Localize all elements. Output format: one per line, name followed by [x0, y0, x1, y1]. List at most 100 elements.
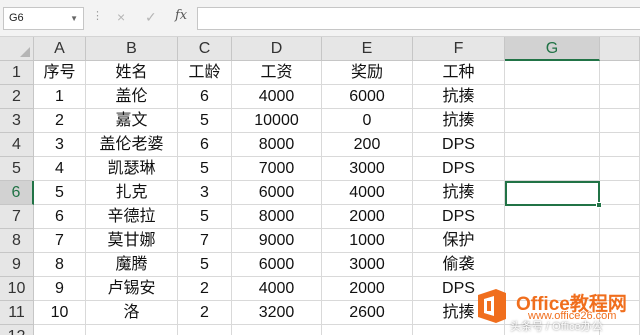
cell-e4[interactable]: 200 [322, 133, 413, 157]
name-box[interactable]: G6 ▼ [3, 7, 84, 30]
cell-h3[interactable] [600, 109, 640, 133]
cell-g5[interactable] [505, 157, 600, 181]
select-all-corner[interactable] [0, 37, 34, 61]
cell-d2[interactable]: 4000 [232, 85, 322, 109]
cell-d6[interactable]: 6000 [232, 181, 322, 205]
cell-c11[interactable]: 2 [178, 301, 232, 325]
cell-a9[interactable]: 8 [34, 253, 86, 277]
row-header-12[interactable]: 12 [0, 325, 34, 335]
row-header-1[interactable]: 1 [0, 61, 34, 85]
cell-e3[interactable]: 0 [322, 109, 413, 133]
row-header-6[interactable]: 6 [0, 181, 34, 205]
cell-f6[interactable]: 抗揍 [413, 181, 505, 205]
insert-function-icon[interactable]: fx [175, 8, 187, 23]
cell-d11[interactable]: 3200 [232, 301, 322, 325]
cell-a5[interactable]: 4 [34, 157, 86, 181]
cell-f8[interactable]: 保护 [413, 229, 505, 253]
cell-a7[interactable]: 6 [34, 205, 86, 229]
cell-c1[interactable]: 工龄 [178, 61, 232, 85]
formula-input[interactable] [197, 7, 640, 30]
row-header-7[interactable]: 7 [0, 205, 34, 229]
column-header-b[interactable]: B [86, 37, 178, 61]
cell-a3[interactable]: 2 [34, 109, 86, 133]
cell-c6[interactable]: 3 [178, 181, 232, 205]
cell-b5[interactable]: 凯瑟琳 [86, 157, 178, 181]
cell-e12[interactable] [322, 325, 413, 335]
row-header-3[interactable]: 3 [0, 109, 34, 133]
column-header-d[interactable]: D [232, 37, 322, 61]
cell-e9[interactable]: 3000 [322, 253, 413, 277]
cell-f4[interactable]: DPS [413, 133, 505, 157]
cell-g8[interactable] [505, 229, 600, 253]
more-icon[interactable]: ⋮ [92, 9, 103, 22]
cell-h12[interactable] [600, 325, 640, 335]
cell-b1[interactable]: 姓名 [86, 61, 178, 85]
cell-d3[interactable]: 10000 [232, 109, 322, 133]
cell-f7[interactable]: DPS [413, 205, 505, 229]
cell-h6[interactable] [600, 181, 640, 205]
cell-b4[interactable]: 盖伦老婆 [86, 133, 178, 157]
cell-h5[interactable] [600, 157, 640, 181]
row-header-8[interactable]: 8 [0, 229, 34, 253]
cell-a2[interactable]: 1 [34, 85, 86, 109]
cell-d1[interactable]: 工资 [232, 61, 322, 85]
cell-b6[interactable]: 扎克 [86, 181, 178, 205]
cell-f1[interactable]: 工种 [413, 61, 505, 85]
cell-a8[interactable]: 7 [34, 229, 86, 253]
enter-icon[interactable]: ✓ [145, 9, 157, 26]
cell-c5[interactable]: 5 [178, 157, 232, 181]
cell-c4[interactable]: 6 [178, 133, 232, 157]
column-header-h[interactable] [600, 37, 640, 61]
row-header-5[interactable]: 5 [0, 157, 34, 181]
cell-g2[interactable] [505, 85, 600, 109]
cell-g3[interactable] [505, 109, 600, 133]
cell-g7[interactable] [505, 205, 600, 229]
cell-h9[interactable] [600, 253, 640, 277]
cell-e1[interactable]: 奖励 [322, 61, 413, 85]
cell-b7[interactable]: 辛德拉 [86, 205, 178, 229]
row-header-4[interactable]: 4 [0, 133, 34, 157]
cell-b8[interactable]: 莫甘娜 [86, 229, 178, 253]
cell-d4[interactable]: 8000 [232, 133, 322, 157]
column-header-e[interactable]: E [322, 37, 413, 61]
cell-f3[interactable]: 抗揍 [413, 109, 505, 133]
cell-h2[interactable] [600, 85, 640, 109]
cell-f9[interactable]: 偷袭 [413, 253, 505, 277]
cell-e8[interactable]: 1000 [322, 229, 413, 253]
cell-a10[interactable]: 9 [34, 277, 86, 301]
cell-e5[interactable]: 3000 [322, 157, 413, 181]
cell-b3[interactable]: 嘉文 [86, 109, 178, 133]
cell-c10[interactable]: 2 [178, 277, 232, 301]
cell-c2[interactable]: 6 [178, 85, 232, 109]
cell-e7[interactable]: 2000 [322, 205, 413, 229]
cell-e10[interactable]: 2000 [322, 277, 413, 301]
column-header-g[interactable]: G [505, 37, 600, 61]
cell-c7[interactable]: 5 [178, 205, 232, 229]
cell-b12[interactable] [86, 325, 178, 335]
cell-d7[interactable]: 8000 [232, 205, 322, 229]
cell-b10[interactable]: 卢锡安 [86, 277, 178, 301]
cell-f2[interactable]: 抗揍 [413, 85, 505, 109]
chevron-down-icon[interactable]: ▼ [70, 8, 78, 29]
row-header-9[interactable]: 9 [0, 253, 34, 277]
cell-h4[interactable] [600, 133, 640, 157]
column-header-c[interactable]: C [178, 37, 232, 61]
cell-g9[interactable] [505, 253, 600, 277]
row-header-11[interactable]: 11 [0, 301, 34, 325]
cell-c3[interactable]: 5 [178, 109, 232, 133]
cell-b2[interactable]: 盖伦 [86, 85, 178, 109]
cell-h7[interactable] [600, 205, 640, 229]
cell-h1[interactable] [600, 61, 640, 85]
cell-c12[interactable] [178, 325, 232, 335]
row-header-2[interactable]: 2 [0, 85, 34, 109]
cell-a1[interactable]: 序号 [34, 61, 86, 85]
cell-d9[interactable]: 6000 [232, 253, 322, 277]
fill-handle[interactable] [596, 202, 602, 208]
cell-a6[interactable]: 5 [34, 181, 86, 205]
cell-e2[interactable]: 6000 [322, 85, 413, 109]
cell-g4[interactable] [505, 133, 600, 157]
cell-d5[interactable]: 7000 [232, 157, 322, 181]
cell-e11[interactable]: 2600 [322, 301, 413, 325]
column-header-f[interactable]: F [413, 37, 505, 61]
cell-c9[interactable]: 5 [178, 253, 232, 277]
